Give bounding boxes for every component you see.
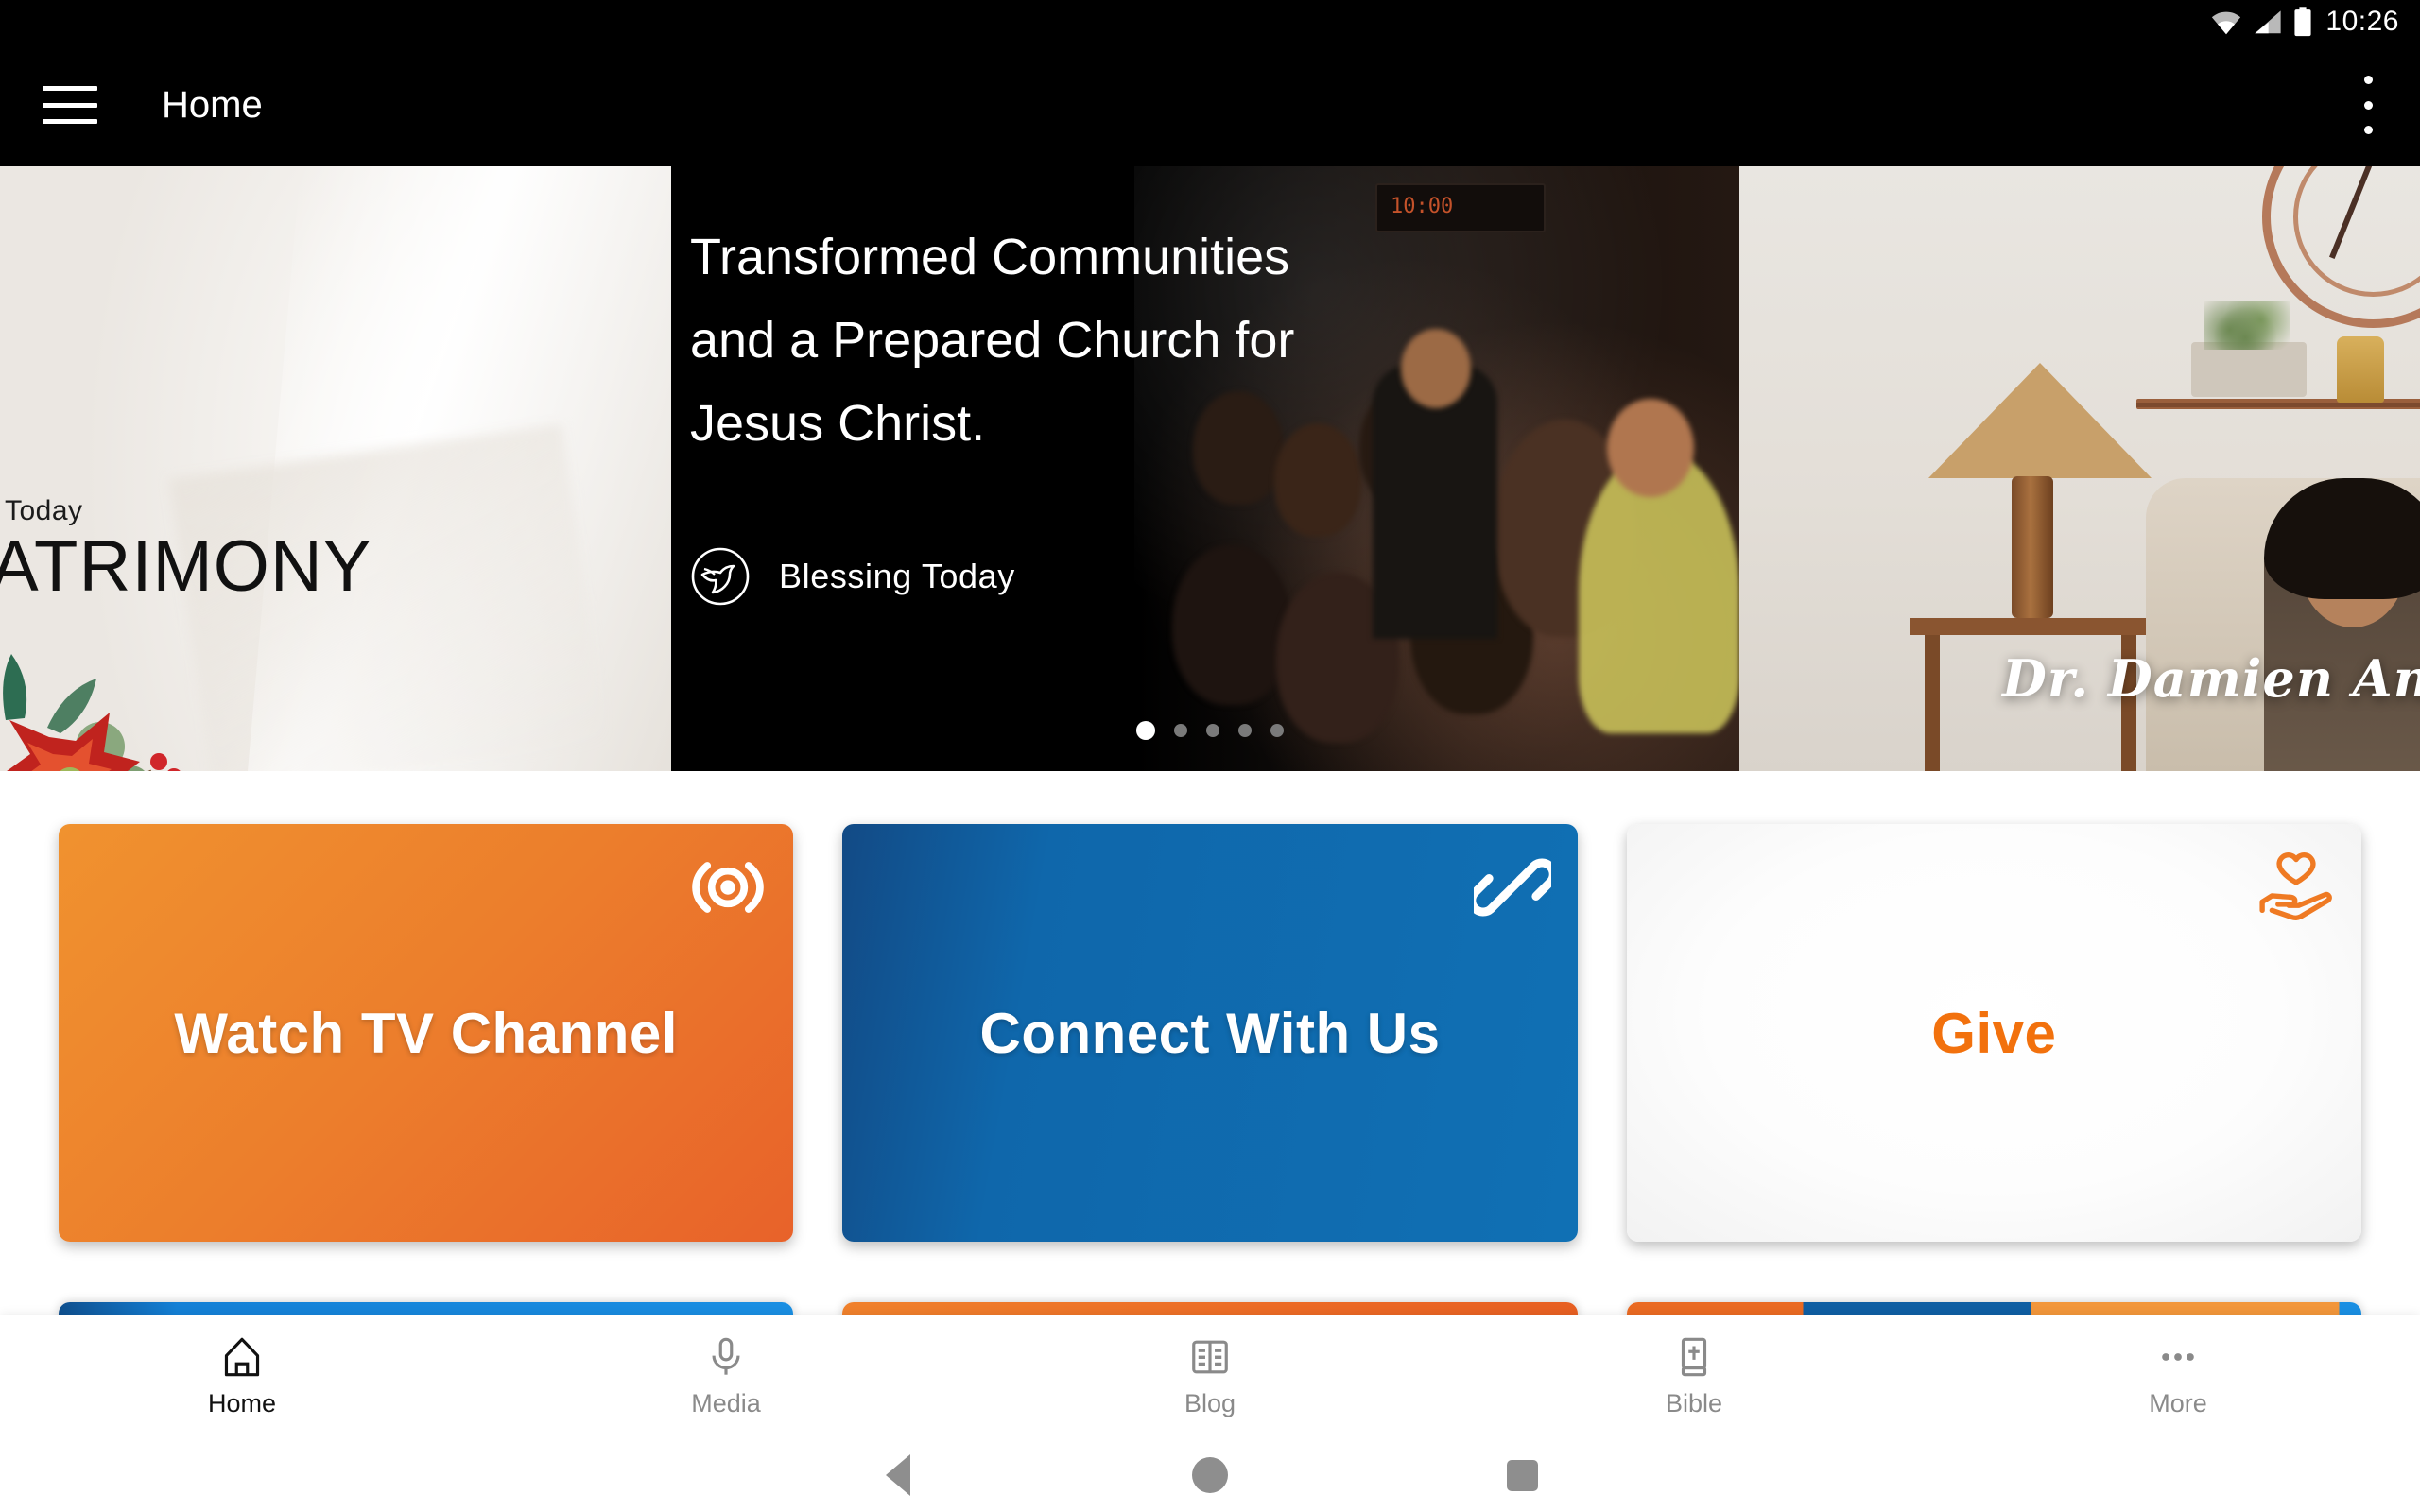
floral-bouquet-illustration — [3, 654, 181, 771]
circle-home-icon — [1192, 1457, 1228, 1493]
nav-item-bible[interactable]: Bible — [1452, 1335, 1936, 1418]
carousel-dot-5[interactable] — [1270, 724, 1284, 737]
card-label: Connect With Us — [979, 1001, 1441, 1065]
quick-action-cards: Watch TV Channel Connect With Us Give — [0, 824, 2420, 1242]
nav-label: More — [2149, 1389, 2207, 1418]
wifi-icon — [2212, 11, 2241, 35]
home-icon — [224, 1337, 260, 1377]
slide-brand: Blessing Today — [690, 546, 1015, 607]
nav-item-media[interactable]: Media — [484, 1335, 968, 1418]
system-recents-button[interactable] — [1366, 1459, 1678, 1491]
android-system-navigation — [0, 1438, 2420, 1512]
nav-label: Blog — [1184, 1389, 1236, 1418]
carousel-dot-1[interactable] — [1136, 721, 1155, 740]
potted-plant — [2204, 301, 2290, 350]
system-home-button[interactable] — [1054, 1457, 1366, 1493]
side-table-top — [1910, 618, 2155, 635]
wall-shelf-edge — [2136, 403, 2420, 407]
status-bar: 10:26 — [0, 0, 2420, 43]
battery-icon — [2294, 7, 2311, 37]
matrimony-kicker: Today — [5, 495, 83, 526]
planter-box — [2191, 342, 2307, 397]
article-book-icon — [1192, 1340, 1228, 1374]
card-label: Give — [1931, 1001, 2057, 1065]
matrimony-title: ATRIMONY — [0, 526, 372, 607]
brand-name: Blessing Today — [779, 557, 1015, 595]
nav-label: Home — [207, 1389, 277, 1418]
headline-line-1: Transformed Communities — [690, 229, 1290, 285]
lamp-shade — [1928, 363, 2152, 478]
dove-logo-icon — [691, 547, 750, 606]
app-toolbar: Home — [0, 43, 2420, 166]
gold-figurine — [2337, 336, 2384, 403]
card-connect-with-us[interactable]: Connect With Us — [842, 824, 1578, 1242]
app-root: 10:26 Home Today ATRIMONY 10:00 Transfor… — [0, 0, 2420, 1512]
microphone-icon — [712, 1337, 740, 1375]
square-recents-icon — [1506, 1459, 1538, 1491]
carousel-slide-damien-antony[interactable]: Dr. Damien Antony & — [1739, 166, 2420, 771]
status-bar-clock: 10:26 — [2325, 6, 2399, 37]
headline-line-2: and a Prepared Church for — [690, 312, 1295, 369]
carousel-dot-3[interactable] — [1206, 724, 1219, 737]
page-title: Home — [162, 83, 263, 126]
more-vertical-icon[interactable] — [2364, 76, 2377, 134]
status-bar-icons — [2210, 7, 2312, 37]
carousel-slide-transformed-communities[interactable]: Transformed Communities and a Prepared C… — [671, 166, 1739, 771]
nav-item-blog[interactable]: Blog — [968, 1335, 1452, 1418]
nav-label: Media — [691, 1389, 761, 1418]
hamburger-menu-icon[interactable] — [43, 86, 97, 124]
system-back-button[interactable] — [742, 1454, 1054, 1496]
cellular-signal-icon — [2255, 10, 2282, 34]
lamp-base — [2012, 476, 2053, 618]
nav-label: Bible — [1665, 1389, 1723, 1418]
triangle-back-icon — [886, 1454, 910, 1496]
broadcast-icon — [692, 862, 765, 913]
card-watch-tv-channel[interactable]: Watch TV Channel — [59, 824, 794, 1242]
headline-line-3: Jesus Christ. — [690, 395, 986, 452]
hero-carousel[interactable]: Today ATRIMONY 10:00 Transformed Communi… — [0, 166, 2420, 771]
hand-holding-heart-icon — [2259, 852, 2332, 920]
stage-clock-display — [1375, 183, 1546, 232]
family-caption: Dr. Damien Antony & — [2002, 648, 2420, 709]
card-give[interactable]: Give — [1626, 824, 2361, 1242]
bottom-navigation: Home Media Blog Bible More — [0, 1315, 2420, 1438]
bible-book-icon — [1681, 1337, 1707, 1377]
carousel-dot-4[interactable] — [1238, 724, 1252, 737]
carousel-dots[interactable] — [0, 721, 2420, 740]
link-chain-icon — [1473, 858, 1551, 917]
carousel-slide-matrimony[interactable]: Today ATRIMONY — [0, 166, 671, 771]
slide-headline: Transformed Communities and a Prepared C… — [690, 215, 1390, 465]
side-table-leg-left — [1925, 635, 1940, 771]
nav-item-home[interactable]: Home — [0, 1335, 484, 1418]
more-horizontal-icon — [2162, 1353, 2194, 1361]
carousel-dot-2[interactable] — [1174, 724, 1187, 737]
nav-item-more[interactable]: More — [1936, 1335, 2420, 1418]
card-label: Watch TV Channel — [174, 1001, 678, 1065]
